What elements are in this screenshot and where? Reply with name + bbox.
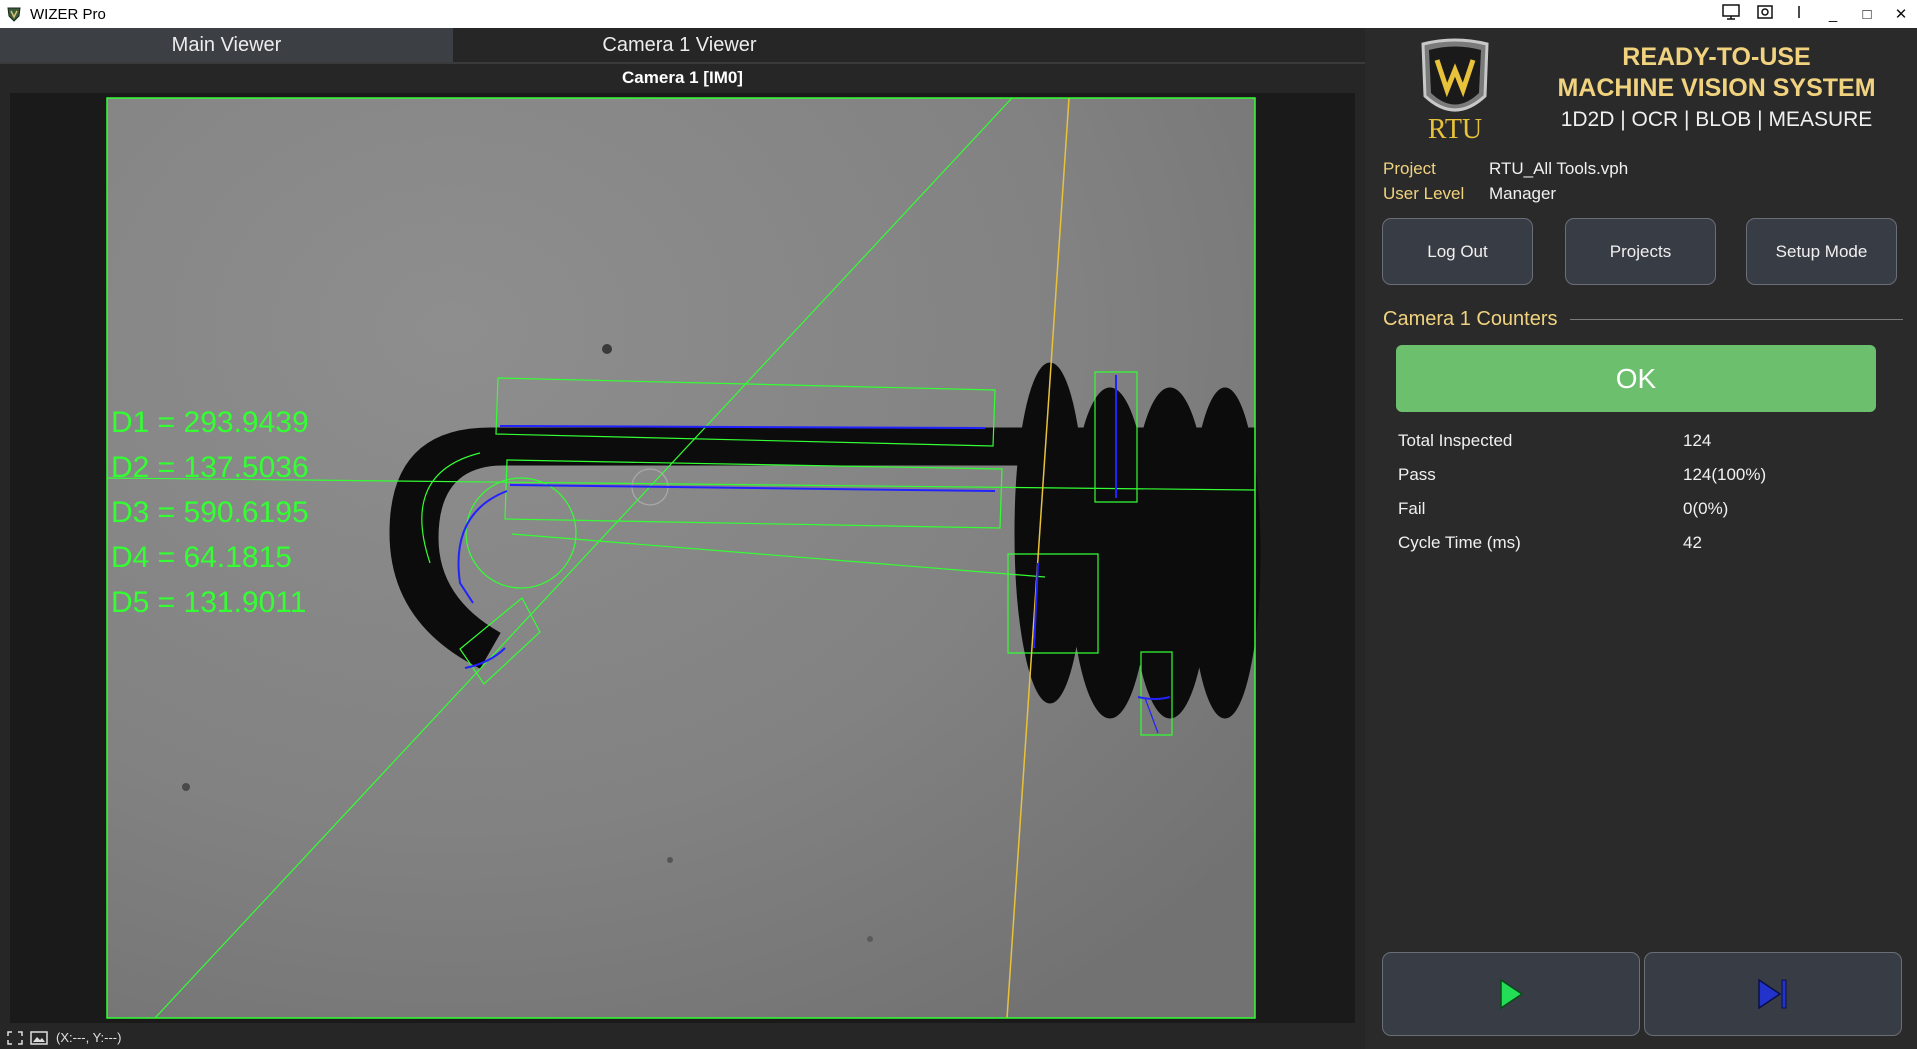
control-panel: RTU READY-TO-USE MACHINE VISION SYSTEM 1… — [1365, 28, 1917, 1049]
close-button[interactable]: ✕ — [1891, 5, 1911, 23]
dust-speck — [667, 857, 673, 863]
cursor-coordinates: (X:---, Y:---) — [56, 1030, 122, 1045]
user-level-value: Manager — [1489, 183, 1557, 203]
image-icon[interactable] — [30, 1030, 48, 1046]
counter-label: Total Inspected — [1398, 431, 1513, 450]
project-value: RTU_All Tools.vph — [1489, 158, 1629, 178]
tab-camera-1-viewer[interactable]: Camera 1 Viewer — [453, 28, 906, 62]
counter-value: 124 — [1683, 431, 1712, 450]
maximize-button[interactable]: □ — [1857, 6, 1877, 23]
counters-header: Camera 1 Counters — [1383, 306, 1903, 332]
minimize-button[interactable]: _ — [1823, 6, 1843, 23]
user-level-label: User Level — [1383, 183, 1465, 203]
counters-title: Camera 1 Counters — [1383, 307, 1558, 330]
measurement-labels: D1 = 293.9439 D2 = 137.5036 D3 = 590.619… — [111, 400, 309, 625]
counter-row: Pass 124(100%) — [1398, 458, 1766, 492]
logo-text: RTU — [1428, 114, 1482, 144]
measurement-d3: D3 = 590.6195 — [111, 496, 309, 529]
app-icon — [7, 7, 21, 22]
single-step-button[interactable] — [1644, 952, 1902, 1036]
counter-row: Fail 0(0%) — [1398, 492, 1766, 526]
pin-icon[interactable] — [1789, 4, 1809, 24]
inspection-status-badge: OK — [1396, 345, 1876, 412]
viewer-tabs: Main Viewer Camera 1 Viewer — [0, 28, 1365, 64]
counters-divider — [1569, 318, 1903, 320]
counter-value: 0(0%) — [1683, 499, 1729, 518]
play-icon — [1500, 978, 1524, 1010]
display-icon[interactable] — [1721, 4, 1741, 24]
project-info: Project RTU_All Tools.vph User Level Man… — [1383, 156, 1628, 206]
project-row: Project RTU_All Tools.vph — [1383, 156, 1628, 181]
measurement-d4: D4 = 64.1815 — [111, 541, 292, 574]
rtu-logo: RTU — [1421, 38, 1489, 144]
counter-value: 124(100%) — [1683, 465, 1767, 484]
tab-main-viewer[interactable]: Main Viewer — [0, 28, 453, 62]
title-bar: WIZER Pro _ □ ✕ — [0, 0, 1917, 28]
counter-value: 42 — [1683, 533, 1702, 552]
counter-label: Fail — [1398, 499, 1426, 518]
counters-table: Total Inspected 124 Pass 124(100%) Fail … — [1398, 424, 1766, 560]
brand-line-1: READY-TO-USE — [1622, 43, 1811, 71]
window-title: WIZER Pro — [30, 5, 106, 23]
brand-block: READY-TO-USE MACHINE VISION SYSTEM 1D2D … — [1535, 42, 1898, 136]
viewer-title: Camera 1 [IM0] — [622, 68, 743, 87]
dust-speck — [602, 344, 612, 354]
run-button[interactable] — [1382, 952, 1640, 1036]
brand-line-2: MACHINE VISION SYSTEM — [1557, 74, 1876, 102]
window-controls: _ □ ✕ — [1721, 0, 1911, 28]
user-level-row: User Level Manager — [1383, 181, 1628, 206]
log-out-button[interactable]: Log Out — [1382, 218, 1533, 285]
dust-speck — [182, 783, 190, 791]
brand-line-3: 1D2D | OCR | BLOB | MEASURE — [1560, 108, 1873, 131]
projects-button[interactable]: Projects — [1565, 218, 1716, 285]
step-forward-icon — [1758, 978, 1787, 1010]
status-bar: (X:---, Y:---) — [0, 1026, 1365, 1049]
camera-settings-icon[interactable] — [1755, 4, 1775, 24]
counter-label: Cycle Time (ms) — [1398, 533, 1521, 552]
measurement-d1: D1 = 293.9439 — [111, 406, 309, 439]
counter-row: Cycle Time (ms) 42 — [1398, 526, 1766, 560]
counter-row: Total Inspected 124 — [1398, 424, 1766, 458]
dust-speck — [867, 936, 873, 942]
project-label: Project — [1383, 158, 1436, 178]
measurement-d2: D2 = 137.5036 — [111, 451, 309, 484]
setup-mode-button[interactable]: Setup Mode — [1746, 218, 1897, 285]
fit-view-icon[interactable] — [6, 1030, 24, 1046]
measurement-d5: D5 = 131.9011 — [111, 586, 307, 619]
counter-label: Pass — [1398, 465, 1436, 484]
